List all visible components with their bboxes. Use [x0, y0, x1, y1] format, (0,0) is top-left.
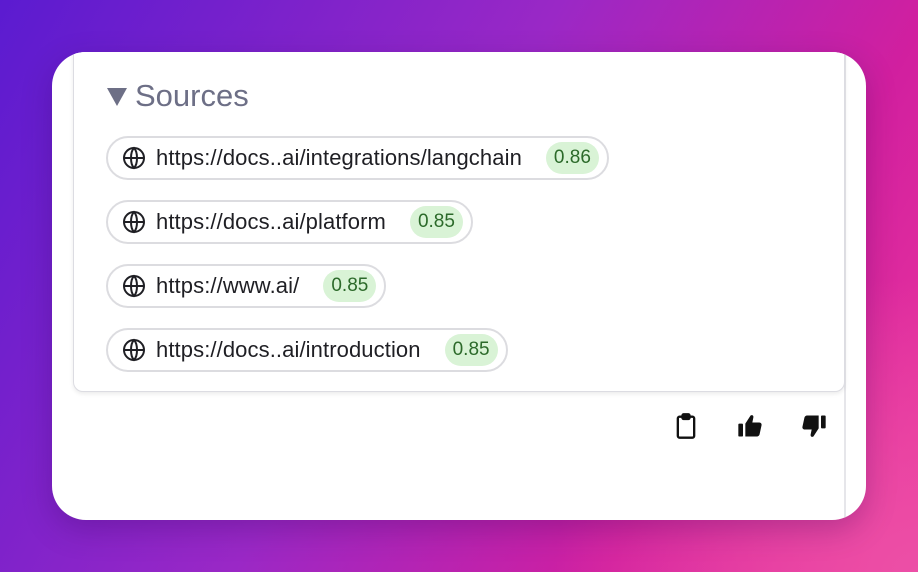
relevance-score-badge: 0.85: [409, 206, 463, 238]
globe-icon: [123, 146, 145, 170]
message-actions: [672, 412, 828, 440]
source-list: https://docs..ai/integrations/langchain …: [106, 136, 609, 372]
globe-icon: [123, 338, 145, 362]
globe-icon: [123, 274, 145, 298]
sources-toggle[interactable]: Sources: [107, 78, 249, 114]
caret-down-icon: [107, 88, 127, 106]
source-link[interactable]: https://docs..ai/integrations/langchain …: [106, 136, 609, 180]
source-url: https://docs..ai/integrations/langchain: [156, 145, 522, 170]
source-link[interactable]: https://docs..ai/introduction 0.85: [106, 328, 508, 372]
source-link[interactable]: https://docs..ai/platform 0.85: [106, 200, 473, 244]
relevance-score-badge: 0.85: [444, 334, 498, 366]
thumbs-down-icon: [802, 415, 826, 437]
thumbs-up-button[interactable]: [736, 412, 764, 440]
message-card: Sources https://docs..ai/integrations/la…: [52, 52, 866, 520]
source-url: https://www.ai/: [156, 273, 300, 298]
relevance-score-badge: 0.85: [323, 270, 377, 302]
relevance-score-badge: 0.86: [545, 142, 599, 174]
source-link[interactable]: https://www.ai/ 0.85: [106, 264, 387, 308]
source-url: https://docs..ai/platform: [156, 209, 386, 234]
globe-icon: [123, 210, 145, 234]
thumbs-down-button[interactable]: [800, 412, 828, 440]
clipboard-icon: [676, 413, 696, 439]
sources-title: Sources: [135, 78, 249, 113]
source-url: https://docs..ai/introduction: [156, 337, 421, 362]
thumbs-up-icon: [738, 415, 762, 437]
copy-button[interactable]: [672, 412, 700, 440]
